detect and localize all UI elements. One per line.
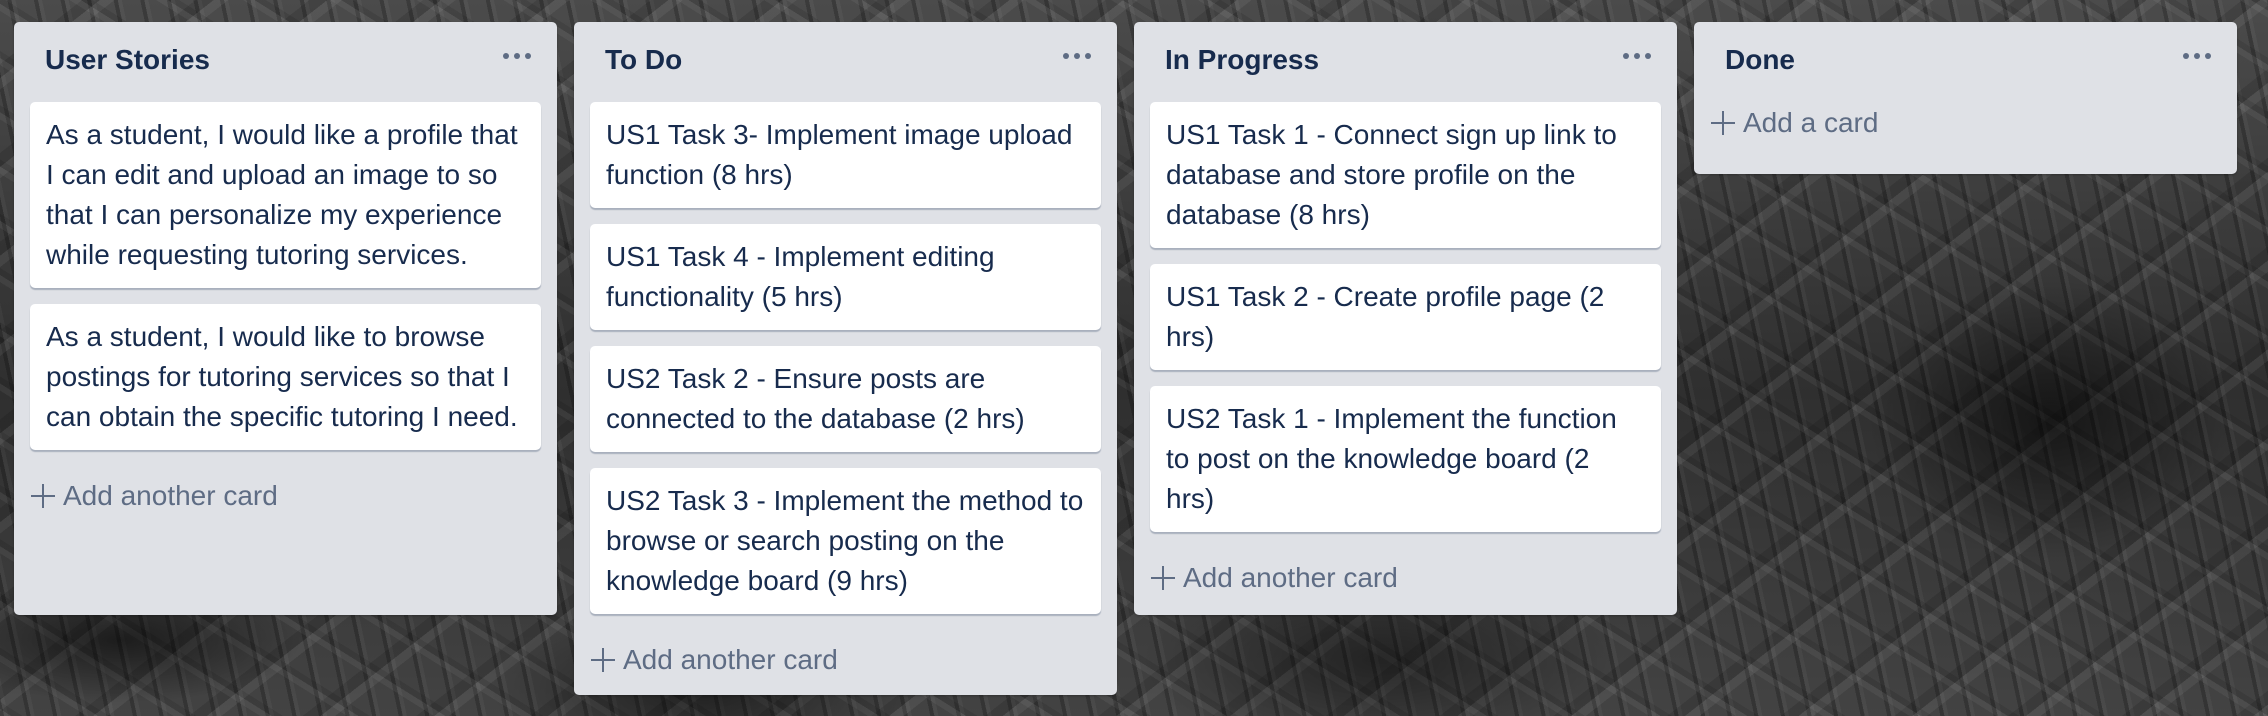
list-title[interactable]: To Do — [605, 44, 682, 76]
ellipsis-icon — [1074, 53, 1080, 59]
add-card-button[interactable]: Add another card — [583, 630, 1108, 690]
ellipsis-icon — [2194, 53, 2200, 59]
card-list: US1 Task 3- Implement image upload funct… — [574, 102, 1117, 614]
add-card-label: Add another card — [1183, 562, 1398, 593]
card[interactable]: As a student, I would like a profile tha… — [30, 102, 541, 288]
list-header: Done — [1694, 22, 2237, 95]
list-title[interactable]: Done — [1725, 44, 1795, 76]
ellipsis-icon — [2205, 53, 2211, 59]
add-card-label: Add a card — [1743, 107, 1879, 138]
list-menu-button[interactable] — [1615, 38, 1659, 74]
plus-icon — [1710, 110, 1736, 136]
card[interactable]: US1 Task 3- Implement image upload funct… — [590, 102, 1101, 208]
plus-icon — [590, 647, 616, 673]
ellipsis-icon — [1623, 53, 1629, 59]
list-user-stories: User Stories As a student, I would like … — [14, 22, 557, 615]
ellipsis-icon — [1063, 53, 1069, 59]
card[interactable]: US1 Task 1 - Connect sign up link to dat… — [1150, 102, 1661, 248]
ellipsis-icon — [525, 53, 531, 59]
plus-icon — [1150, 565, 1176, 591]
list-menu-button[interactable] — [495, 38, 539, 74]
list-title[interactable]: In Progress — [1165, 44, 1319, 76]
list-to-do: To Do US1 Task 3- Implement image upload… — [574, 22, 1117, 695]
list-header: In Progress — [1134, 22, 1677, 102]
card-list: US1 Task 1 - Connect sign up link to dat… — [1134, 102, 1677, 532]
ellipsis-icon — [1085, 53, 1091, 59]
add-card-button[interactable]: Add another card — [1143, 548, 1668, 608]
add-card-button[interactable]: Add another card — [23, 466, 548, 526]
add-card-button[interactable]: Add a card — [1703, 95, 2228, 151]
ellipsis-icon — [514, 53, 520, 59]
add-card-label: Add another card — [63, 480, 278, 511]
list-in-progress: In Progress US1 Task 1 - Connect sign up… — [1134, 22, 1677, 615]
card[interactable]: As a student, I would like to browse pos… — [30, 304, 541, 450]
card[interactable]: US2 Task 1 - Implement the function to p… — [1150, 386, 1661, 532]
card[interactable]: US2 Task 3 - Implement the method to bro… — [590, 468, 1101, 614]
list-done: Done Add a card — [1694, 22, 2237, 174]
add-card-label: Add another card — [623, 644, 838, 675]
ellipsis-icon — [503, 53, 509, 59]
card-list: As a student, I would like a profile tha… — [14, 102, 557, 450]
list-header: User Stories — [14, 22, 557, 102]
card[interactable]: US1 Task 4 - Implement editing functiona… — [590, 224, 1101, 330]
ellipsis-icon — [1645, 53, 1651, 59]
list-title[interactable]: User Stories — [45, 44, 210, 76]
card[interactable]: US2 Task 2 - Ensure posts are connected … — [590, 346, 1101, 452]
list-menu-button[interactable] — [2175, 38, 2219, 74]
card[interactable]: US1 Task 2 - Create profile page (2 hrs) — [1150, 264, 1661, 370]
ellipsis-icon — [1634, 53, 1640, 59]
plus-icon — [30, 483, 56, 509]
list-menu-button[interactable] — [1055, 38, 1099, 74]
list-header: To Do — [574, 22, 1117, 102]
ellipsis-icon — [2183, 53, 2189, 59]
